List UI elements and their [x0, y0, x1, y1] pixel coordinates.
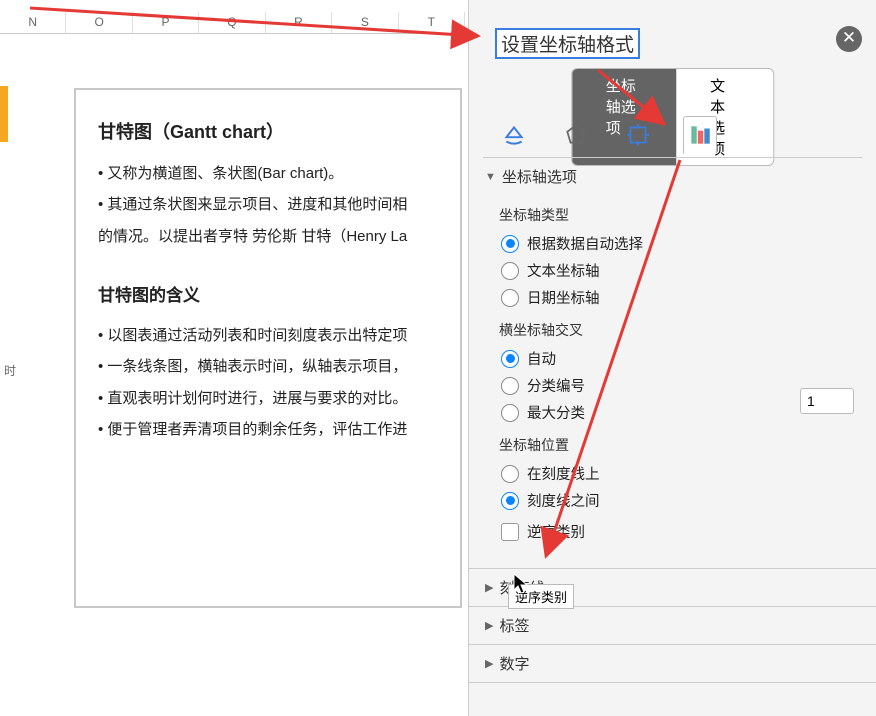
radio-cross-auto[interactable]: 自动: [501, 348, 862, 369]
col-S[interactable]: S: [332, 12, 398, 33]
side-label: 时: [4, 362, 16, 379]
radio-axis-text[interactable]: 文本坐标轴: [501, 260, 862, 281]
size-props-icon[interactable]: [621, 118, 655, 152]
section-axis-options: ▼ 坐标轴选项 坐标轴类型 根据数据自动选择 文本坐标轴 日期坐标轴 横坐标轴交…: [469, 158, 876, 569]
group-label-cross: 横坐标轴交叉: [499, 320, 864, 340]
disclosure-triangle-icon: ▶: [485, 581, 493, 594]
doc-line: • 一条线条图，横轴表示时间，纵轴表示项目，: [98, 351, 438, 383]
col-P[interactable]: P: [133, 12, 199, 33]
col-R[interactable]: R: [266, 12, 332, 33]
section-labels: ▶ 标签: [469, 607, 876, 645]
disclosure-triangle-icon: ▼: [485, 171, 496, 183]
radio-pos-on-tick[interactable]: 在刻度线上: [501, 463, 862, 484]
fill-line-icon[interactable]: [497, 118, 531, 152]
doc-line: • 直观表明计划何时进行，进展与要求的对比。: [98, 383, 438, 415]
category-number-input[interactable]: [800, 388, 854, 414]
panel-title: 设置坐标轴格式: [495, 28, 640, 59]
section-header-number[interactable]: ▶ 数字: [469, 645, 876, 682]
format-icon-row: [483, 112, 862, 158]
effects-icon[interactable]: [559, 118, 593, 152]
yellow-side-tab: [0, 86, 8, 142]
section-header-axis-options[interactable]: ▼ 坐标轴选项: [469, 158, 876, 195]
axis-options-icon[interactable]: [683, 116, 717, 154]
document-textbox[interactable]: 甘特图（Gantt chart） • 又称为横道图、条状图(Bar chart)…: [74, 88, 462, 608]
doc-line: • 其通过条状图来显示项目、进度和其他时间相: [98, 189, 438, 221]
checkbox-reverse-order[interactable]: 逆序类别: [501, 521, 862, 542]
group-label-axis-type: 坐标轴类型: [499, 205, 864, 225]
section-header-labels[interactable]: ▶ 标签: [469, 607, 876, 644]
radio-axis-date[interactable]: 日期坐标轴: [501, 287, 862, 308]
radio-axis-auto[interactable]: 根据数据自动选择: [501, 233, 862, 254]
doc-heading-2: 甘特图的含义: [98, 278, 438, 314]
col-Q[interactable]: Q: [199, 12, 265, 33]
disclosure-triangle-icon: ▶: [485, 619, 493, 632]
radio-pos-between[interactable]: 刻度线之间: [501, 490, 862, 511]
doc-line: • 又称为横道图、条状图(Bar chart)。: [98, 158, 438, 190]
doc-line: 的情况。以提出者亨特 劳伦斯 甘特（Henry La: [98, 221, 438, 253]
section-title: 标签: [499, 615, 529, 636]
group-label-position: 坐标轴位置: [499, 435, 864, 455]
section-title: 坐标轴选项: [502, 166, 577, 187]
col-O[interactable]: O: [66, 12, 132, 33]
doc-heading-1: 甘特图（Gantt chart）: [98, 114, 438, 152]
mouse-cursor-icon: [510, 572, 534, 601]
col-T[interactable]: T: [399, 12, 465, 33]
col-N[interactable]: N: [0, 12, 66, 33]
section-title: 数字: [499, 653, 529, 674]
section-number: ▶ 数字: [469, 645, 876, 683]
doc-line: • 以图表通过活动列表和时间刻度表示出特定项: [98, 320, 438, 352]
doc-line: • 便于管理者弄清项目的剩余任务，评估工作进: [98, 414, 438, 446]
disclosure-triangle-icon: ▶: [485, 657, 493, 670]
column-header-row: N O P Q R S T: [0, 12, 465, 34]
close-panel-button[interactable]: ✕: [836, 26, 862, 52]
